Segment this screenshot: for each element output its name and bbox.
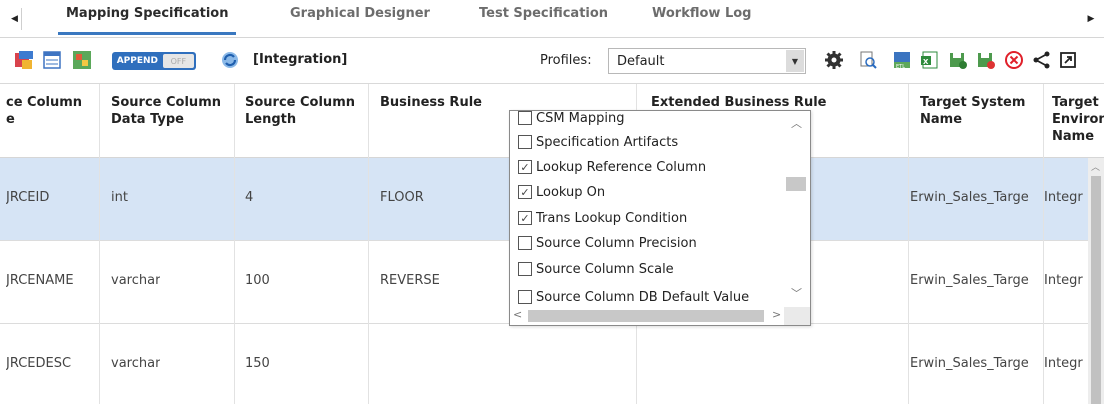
chevron-down-icon[interactable]: ﹀ bbox=[791, 285, 802, 301]
column-option-label: Source Column Precision bbox=[536, 235, 697, 251]
cell-source-column-name[interactable]: JRCEDESC bbox=[6, 356, 98, 371]
delete-version-icon[interactable] bbox=[976, 50, 996, 70]
header-target-system-name[interactable]: Target System Name bbox=[920, 94, 1040, 128]
column-option-label: CSM Mapping bbox=[536, 110, 625, 126]
popup-hscroll-thumb[interactable] bbox=[528, 310, 764, 322]
cell-business-rule[interactable]: FLOOR bbox=[380, 190, 424, 205]
column-option[interactable]: ✓ Lookup On bbox=[518, 181, 605, 203]
profiles-dropdown[interactable]: Default ▼ bbox=[608, 48, 806, 74]
preview-icon[interactable] bbox=[858, 50, 878, 70]
chevron-right-icon[interactable]: > bbox=[772, 308, 781, 321]
tab-scroll-right-icon[interactable]: ▶ bbox=[1084, 8, 1098, 30]
cell-target-environment-name[interactable]: Integr bbox=[1044, 273, 1088, 288]
header-source-column-data-type[interactable]: Source Column Data Type bbox=[111, 94, 231, 128]
checkbox-checked[interactable]: ✓ bbox=[518, 185, 532, 199]
header-business-rule[interactable]: Business Rule bbox=[380, 94, 500, 111]
tab-test-specification[interactable]: Test Specification bbox=[479, 6, 608, 30]
table-row[interactable]: JRCEDESC varchar 150 Erwin_Sales_Targe I… bbox=[0, 324, 1104, 404]
chevron-left-icon[interactable]: < bbox=[513, 308, 522, 321]
header-source-column-name[interactable]: ce Column e bbox=[6, 94, 96, 128]
cell-source-column-name[interactable]: JRCEID bbox=[6, 190, 98, 205]
column-chooser-popup: CSM Mapping Specification Artifacts ✓ Loo… bbox=[509, 110, 811, 326]
svg-text:X: X bbox=[923, 58, 929, 66]
profiles-label: Profiles: bbox=[540, 53, 592, 68]
checkbox-checked[interactable]: ✓ bbox=[518, 160, 532, 174]
column-option[interactable]: ✓ Lookup Reference Column bbox=[518, 156, 706, 178]
save-version-icon[interactable] bbox=[948, 50, 968, 70]
grid-vertical-scrollbar[interactable]: ︿ bbox=[1088, 158, 1104, 404]
share-icon[interactable] bbox=[1032, 50, 1052, 70]
scroll-corner bbox=[784, 307, 810, 325]
etl-icon[interactable]: ETL bbox=[892, 50, 912, 70]
checkbox[interactable] bbox=[518, 135, 532, 149]
column-option[interactable]: Specification Artifacts bbox=[518, 131, 678, 153]
cell-data-type[interactable]: varchar bbox=[111, 356, 160, 371]
append-toggle[interactable]: APPEND OFF bbox=[112, 52, 196, 70]
cell-target-system-name[interactable]: Erwin_Sales_Targe bbox=[910, 356, 1044, 371]
export-mapping-icon[interactable] bbox=[72, 50, 92, 70]
column-option[interactable]: ✓ Trans Lookup Condition bbox=[518, 207, 687, 229]
cell-data-type[interactable]: int bbox=[111, 190, 128, 205]
header-source-column-length[interactable]: Source Column Length bbox=[245, 94, 365, 128]
tab-bar: ◀ Mapping Specification Graphical Design… bbox=[0, 0, 1104, 38]
column-option[interactable]: Source Column Precision bbox=[518, 232, 697, 254]
append-off-label: OFF bbox=[162, 54, 194, 68]
cell-target-system-name[interactable]: Erwin_Sales_Targe bbox=[910, 273, 1044, 288]
close-circle-icon[interactable] bbox=[1004, 50, 1024, 70]
tab-mapping-specification[interactable]: Mapping Specification bbox=[57, 6, 237, 35]
popup-scroll-thumb[interactable] bbox=[786, 177, 806, 191]
column-option-label: Source Column DB Default Value bbox=[536, 289, 750, 305]
column-option-label: Trans Lookup Condition bbox=[536, 210, 688, 226]
refresh-icon[interactable] bbox=[220, 50, 240, 70]
map-settings-icon[interactable] bbox=[14, 50, 34, 70]
scroll-up-icon[interactable]: ︿ bbox=[1091, 160, 1100, 173]
tab-workflow-log[interactable]: Workflow Log bbox=[652, 6, 752, 30]
chevron-down-icon[interactable]: ▼ bbox=[786, 50, 804, 72]
cell-length[interactable]: 100 bbox=[245, 273, 270, 288]
checkbox[interactable] bbox=[518, 262, 532, 276]
tab-scroll-left-icon[interactable]: ◀ bbox=[8, 8, 22, 30]
append-on-label: APPEND bbox=[116, 56, 159, 66]
cell-business-rule[interactable]: REVERSE bbox=[380, 273, 440, 288]
popup-horizontal-scrollbar[interactable]: < > bbox=[510, 307, 784, 325]
tab-graphical-designer[interactable]: Graphical Designer bbox=[290, 6, 430, 30]
column-divider bbox=[908, 84, 909, 404]
column-option-label: Specification Artifacts bbox=[536, 134, 679, 150]
grid-scroll-thumb[interactable] bbox=[1091, 176, 1101, 404]
integration-label: [Integration] bbox=[253, 52, 348, 67]
column-option[interactable]: Source Column DB Default Value bbox=[518, 286, 749, 308]
cell-target-system-name[interactable]: Erwin_Sales_Targe bbox=[910, 190, 1044, 205]
column-option[interactable]: CSM Mapping bbox=[518, 110, 625, 129]
excel-export-icon[interactable]: X bbox=[920, 50, 940, 70]
checkbox[interactable] bbox=[518, 290, 532, 304]
header-target-environment-name[interactable]: Target Environ Name bbox=[1052, 94, 1104, 145]
grid-view-icon[interactable] bbox=[42, 50, 62, 70]
cell-target-environment-name[interactable]: Integr bbox=[1044, 356, 1088, 371]
column-divider bbox=[1043, 84, 1044, 404]
column-option-label: Lookup Reference Column bbox=[536, 159, 707, 175]
cell-length[interactable]: 4 bbox=[245, 190, 253, 205]
profiles-value: Default bbox=[617, 54, 665, 69]
column-divider bbox=[234, 84, 235, 404]
cell-target-environment-name[interactable]: Integr bbox=[1044, 190, 1088, 205]
cell-length[interactable]: 150 bbox=[245, 356, 270, 371]
column-option[interactable]: Source Column Scale bbox=[518, 258, 674, 280]
checkbox-checked[interactable]: ✓ bbox=[518, 211, 532, 225]
popup-vertical-scrollbar[interactable]: ︿ ﹀ bbox=[784, 111, 810, 307]
gear-icon[interactable] bbox=[824, 50, 844, 70]
column-option-label: Source Column Scale bbox=[536, 261, 674, 277]
column-divider bbox=[99, 84, 100, 404]
checkbox[interactable] bbox=[518, 111, 532, 125]
checkbox[interactable] bbox=[518, 236, 532, 250]
open-external-icon[interactable] bbox=[1058, 50, 1078, 70]
toolbar: APPEND OFF [Integration] Profiles: Defau… bbox=[0, 38, 1104, 84]
header-extended-business-rule[interactable]: Extended Business Rule bbox=[651, 94, 851, 111]
chevron-up-icon[interactable]: ︿ bbox=[791, 115, 802, 131]
column-option-label: Lookup On bbox=[536, 184, 606, 200]
column-divider bbox=[368, 84, 369, 404]
cell-source-column-name[interactable]: JRCENAME bbox=[6, 273, 98, 288]
cell-data-type[interactable]: varchar bbox=[111, 273, 160, 288]
svg-text:ETL: ETL bbox=[896, 64, 905, 70]
